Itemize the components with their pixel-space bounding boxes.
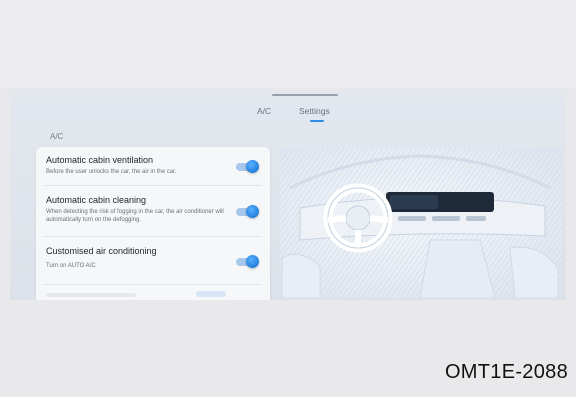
section-label: A/C — [50, 132, 64, 141]
setting-row-custom-ac: Customised air conditioning Turn on AUTO… — [46, 246, 260, 270]
settings-card: Automatic cabin ventilation Before the u… — [36, 147, 270, 300]
setting-row-cabin-cleaning: Automatic cabin cleaning When detecting … — [46, 195, 260, 224]
setting-description: Before the user unlocks the car, the air… — [46, 169, 177, 175]
infotainment-screen: A/C Settings A/C Automatic cabin ventila… — [10, 90, 566, 300]
setting-title: Automatic cabin cleaning — [46, 195, 147, 205]
divider — [44, 185, 262, 186]
active-tab-indicator — [310, 120, 324, 122]
custom-ac-toggle[interactable] — [236, 255, 259, 268]
setting-title: Customised air conditioning — [46, 246, 157, 256]
setting-description: When detecting the risk of fogging in th… — [46, 209, 224, 223]
figure-code: OMT1E-2088 — [444, 361, 568, 383]
car-interior-icon — [280, 148, 562, 298]
setting-row-cabin-ventilation: Automatic cabin ventilation Before the u… — [46, 155, 260, 176]
divider — [44, 236, 262, 237]
toggle-knob — [246, 205, 259, 218]
tab-settings[interactable]: Settings — [299, 106, 330, 116]
toggle-knob — [246, 255, 259, 268]
photo-frame: A/C Settings A/C Automatic cabin ventila… — [0, 0, 576, 397]
cabin-cleaning-toggle[interactable] — [236, 205, 259, 218]
toggle-knob — [246, 160, 259, 173]
setting-title: Automatic cabin ventilation — [46, 155, 154, 165]
frame-top-area — [0, 0, 576, 88]
tab-ac[interactable]: A/C — [257, 106, 271, 116]
drag-handle[interactable] — [272, 94, 338, 96]
cabin-ventilation-toggle[interactable] — [236, 160, 259, 173]
next-row-control[interactable] — [196, 291, 226, 297]
next-row-placeholder — [46, 293, 136, 297]
divider — [44, 284, 262, 285]
setting-description: Turn on AUTO A/C — [46, 263, 96, 269]
